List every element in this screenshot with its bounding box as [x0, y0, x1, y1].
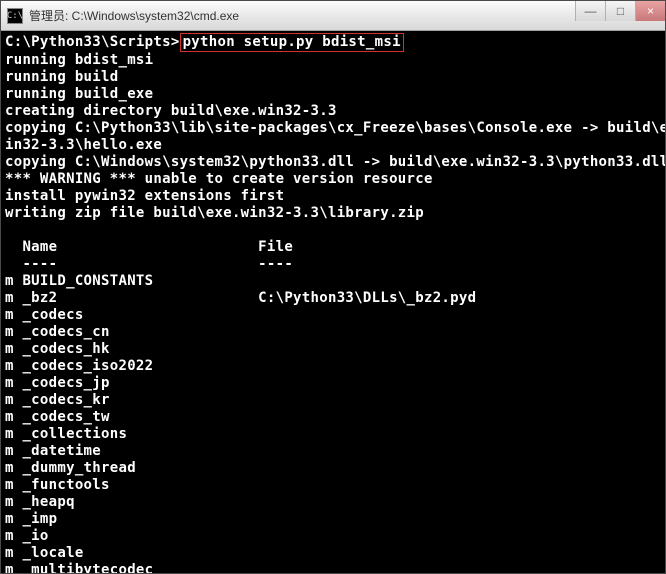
output-line: running build_exe — [5, 86, 661, 103]
module-row: m _codecs_tw — [5, 409, 661, 426]
blank-line — [5, 222, 661, 239]
output-line: running bdist_msi — [5, 52, 661, 69]
command-line: C:\Python33\Scripts>python setup.py bdis… — [5, 33, 661, 52]
command-highlight: python setup.py bdist_msi — [180, 33, 404, 52]
output-line: copying C:\Python33\lib\site-packages\cx… — [5, 120, 661, 137]
module-row: m _codecs — [5, 307, 661, 324]
window-title: 管理员: C:\Windows\system32\cmd.exe — [29, 7, 665, 24]
module-row: m _codecs_cn — [5, 324, 661, 341]
window-controls: — □ × — [575, 1, 665, 21]
module-row: m _functools — [5, 477, 661, 494]
prompt-text: C:\Python33\Scripts> — [5, 34, 180, 50]
maximize-button[interactable]: □ — [605, 1, 635, 21]
close-button[interactable]: × — [635, 1, 665, 21]
module-row: m _codecs_jp — [5, 375, 661, 392]
command-text: python setup.py bdist_msi — [183, 34, 401, 50]
module-row: m _imp — [5, 511, 661, 528]
cmd-window: C:\ 管理员: C:\Windows\system32\cmd.exe — □… — [0, 0, 666, 574]
output-line: install pywin32 extensions first — [5, 188, 661, 205]
terminal-area[interactable]: C:\Python33\Scripts>python setup.py bdis… — [1, 31, 665, 573]
module-row: m _io — [5, 528, 661, 545]
module-row: m _codecs_kr — [5, 392, 661, 409]
module-row: m _datetime — [5, 443, 661, 460]
module-row: m _heapq — [5, 494, 661, 511]
module-row: m _codecs_hk — [5, 341, 661, 358]
module-row: m _codecs_iso2022 — [5, 358, 661, 375]
output-line: copying C:\Windows\system32\python33.dll… — [5, 154, 661, 171]
output-line: writing zip file build\exe.win32-3.3\lib… — [5, 205, 661, 222]
module-row: m _collections — [5, 426, 661, 443]
titlebar[interactable]: C:\ 管理员: C:\Windows\system32\cmd.exe — □… — [1, 1, 665, 31]
module-row: m BUILD_CONSTANTS — [5, 273, 661, 290]
module-row: m _multibytecodec — [5, 562, 661, 573]
module-row: m _locale — [5, 545, 661, 562]
output-line: *** WARNING *** unable to create version… — [5, 171, 661, 188]
module-row: m _dummy_thread — [5, 460, 661, 477]
module-header-underline: ---- ---- — [5, 256, 661, 273]
minimize-button[interactable]: — — [575, 1, 605, 21]
output-line: creating directory build\exe.win32-3.3 — [5, 103, 661, 120]
module-row: m _bz2 C:\Python33\DLLs\_bz2.pyd — [5, 290, 661, 307]
module-header: Name File — [5, 239, 661, 256]
cmd-icon: C:\ — [7, 8, 23, 24]
output-line: running build — [5, 69, 661, 86]
output-line: in32-3.3\hello.exe — [5, 137, 661, 154]
